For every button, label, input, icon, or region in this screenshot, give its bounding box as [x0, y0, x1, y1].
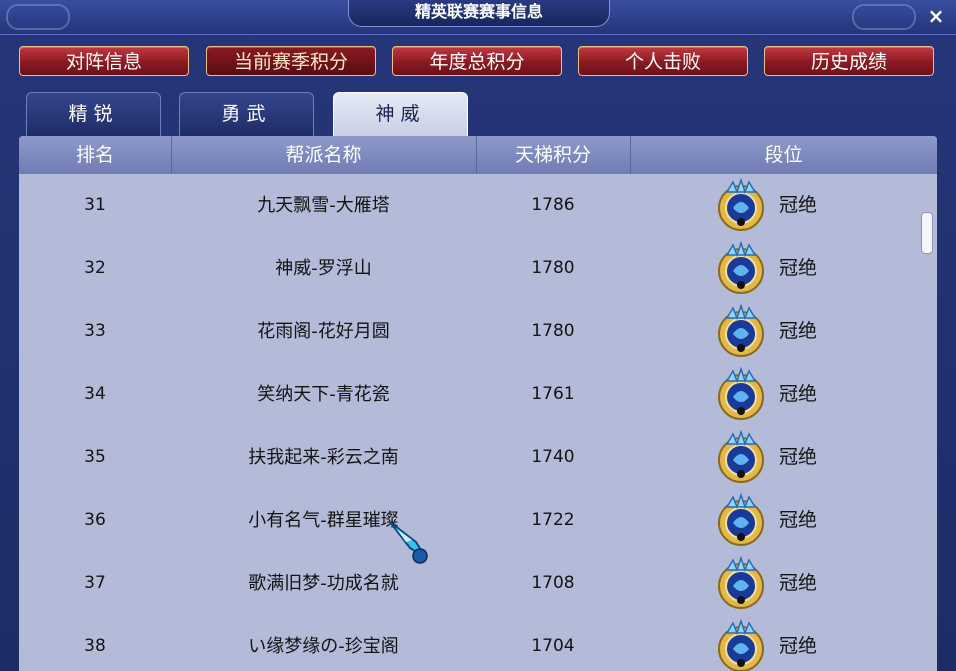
ladder-score-cell: 1780 — [531, 321, 575, 341]
crown-tier-badge-icon — [718, 619, 764, 671]
tier-label: 冠绝 — [779, 572, 818, 594]
column-header-ladder-score: 天梯积分 — [476, 136, 631, 174]
title-bar: 精英联赛赛事信息 × — [0, 0, 956, 35]
nav-button-history[interactable]: 历史成绩 — [764, 46, 934, 76]
table-row[interactable]: 36 小有名气-群星璀璨 1722 冠绝 — [19, 489, 915, 552]
rank-cell: 38 — [84, 636, 106, 656]
rank-cell: 34 — [84, 384, 106, 404]
table-row[interactable]: 34 笑纳天下-青花瓷 1761 冠绝 — [19, 363, 915, 426]
guild-name-cell: い缘梦缘の-珍宝阁 — [248, 636, 399, 657]
tier-label: 冠绝 — [779, 383, 818, 405]
guild-name-cell: 笑纳天下-青花瓷 — [257, 384, 390, 405]
guild-name-cell: 九天飘雪-大雁塔 — [257, 195, 390, 216]
guild-name-cell: 花雨阁-花好月圆 — [257, 321, 390, 342]
nav-button-personal-kills[interactable]: 个人击败 — [578, 46, 748, 76]
tier-label: 冠绝 — [779, 635, 818, 657]
table-row[interactable]: 32 神威-罗浮山 1780 冠绝 — [19, 237, 915, 300]
ladder-score-cell: 1722 — [531, 510, 575, 530]
close-icon[interactable]: × — [924, 5, 948, 27]
tab-jingrui[interactable]: 精锐 — [26, 92, 161, 136]
crown-tier-badge-icon — [718, 241, 764, 294]
ladder-score-cell: 1704 — [531, 636, 575, 656]
rank-cell: 36 — [84, 510, 106, 530]
title-ornament-left — [6, 4, 70, 30]
rank-cell: 37 — [84, 573, 106, 593]
table-row[interactable]: 35 扶我起来-彩云之南 1740 冠绝 — [19, 426, 915, 489]
division-tabs: 精锐 勇武 神威 — [26, 92, 486, 136]
ladder-score-cell: 1780 — [531, 258, 575, 278]
crown-tier-badge-icon — [718, 493, 764, 546]
crown-tier-badge-icon — [718, 178, 764, 231]
scrollbar-thumb[interactable] — [921, 212, 933, 254]
top-nav: 对阵信息 当前赛季积分 年度总积分 个人击败 历史成绩 — [19, 46, 937, 78]
tier-label: 冠绝 — [779, 320, 818, 342]
crown-tier-badge-icon — [718, 367, 764, 420]
mouse-cursor-icon — [389, 521, 428, 564]
rank-cell: 35 — [84, 447, 106, 467]
crown-tier-badge-icon — [718, 430, 764, 483]
rank-cell: 33 — [84, 321, 106, 341]
column-header-tier: 段位 — [764, 144, 803, 166]
tier-label: 冠绝 — [779, 446, 818, 468]
title-ornament-right — [852, 4, 916, 30]
column-header-rank: 排名 — [19, 136, 172, 174]
window-title: 精英联赛赛事信息 — [348, 0, 610, 27]
table-header: 排名 帮派名称 天梯积分 段位 — [19, 136, 937, 174]
table-row[interactable]: 31 九天飘雪-大雁塔 1786 冠绝 — [19, 174, 915, 237]
column-header-guild-name: 帮派名称 — [171, 136, 477, 174]
league-info-window: 精英联赛赛事信息 × 对阵信息 当前赛季积分 年度总积分 个人击败 历史成绩 精… — [0, 0, 956, 671]
crown-tier-badge-icon — [718, 304, 764, 357]
nav-button-season-points[interactable]: 当前赛季积分 — [206, 46, 376, 76]
nav-button-annual-points[interactable]: 年度总积分 — [392, 46, 562, 76]
ladder-score-cell: 1786 — [531, 195, 575, 215]
ladder-score-cell: 1740 — [531, 447, 575, 467]
tab-shenwei[interactable]: 神威 — [333, 92, 468, 136]
rank-cell: 32 — [84, 258, 106, 278]
tier-label: 冠绝 — [779, 194, 818, 216]
guild-name-cell: 神威-罗浮山 — [275, 258, 372, 279]
tier-label: 冠绝 — [779, 257, 818, 279]
tab-yongwu[interactable]: 勇武 — [179, 92, 314, 136]
table-row[interactable]: 38 い缘梦缘の-珍宝阁 1704 冠绝 — [19, 615, 915, 671]
scrollbar[interactable] — [917, 174, 937, 671]
nav-button-matchups[interactable]: 对阵信息 — [19, 46, 189, 76]
ladder-score-cell: 1708 — [531, 573, 575, 593]
tier-label: 冠绝 — [779, 509, 818, 531]
table-body: 31 九天飘雪-大雁塔 1786 冠绝 32 神威-罗浮山 1780 冠绝 33 花雨阁-花好月圆… — [19, 174, 915, 671]
ranking-panel: 排名 帮派名称 天梯积分 段位 31 九天飘雪-大雁塔 1786 冠绝 32 神威-罗浮山… — [19, 136, 937, 671]
crown-tier-badge-icon — [718, 556, 764, 609]
table-row[interactable]: 33 花雨阁-花好月圆 1780 冠绝 — [19, 300, 915, 363]
guild-name-cell: 扶我起来-彩云之南 — [248, 447, 399, 468]
ladder-score-cell: 1761 — [531, 384, 575, 404]
table-row[interactable]: 37 歌满旧梦-功成名就 1708 冠绝 — [19, 552, 915, 615]
rank-cell: 31 — [84, 195, 106, 215]
